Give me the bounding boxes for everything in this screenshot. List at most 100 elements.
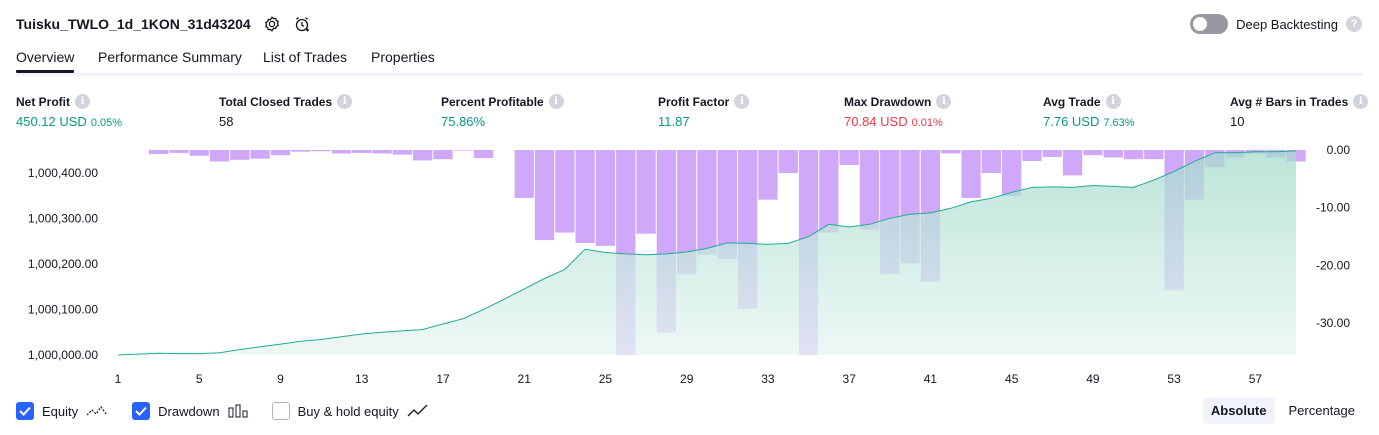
avg-trade-value: 7.76 USD [1043, 114, 1100, 129]
drawdown-bar [514, 150, 534, 198]
info-icon[interactable]: i [75, 94, 90, 109]
drawdown-bar [1103, 150, 1123, 158]
drawdown-bar [1022, 150, 1042, 161]
x-tick-label: 53 [1167, 372, 1181, 386]
help-icon[interactable]: ? [1346, 16, 1362, 32]
equity-checkbox[interactable] [16, 402, 34, 420]
info-icon[interactable]: i [548, 94, 564, 109]
drawdown-bar [961, 150, 981, 198]
percentage-button[interactable]: Percentage [1281, 397, 1364, 424]
left-tick-label: 1,000,100.00 [28, 302, 98, 316]
percent-profitable-value: 75.86% [441, 114, 486, 129]
stat-percent-profitable: Percent Profitable i 75.86% [441, 94, 564, 129]
x-tick-label: 33 [761, 372, 775, 386]
tab-properties[interactable]: Properties [371, 49, 435, 65]
info-icon[interactable]: i [734, 94, 750, 109]
value-mode-switch: Absolute Percentage [1202, 397, 1364, 424]
drawdown-bar [1042, 150, 1062, 157]
drawdown-bar [981, 150, 1001, 174]
buy-hold-label: Buy & hold equity [297, 403, 399, 419]
info-icon[interactable]: i [337, 94, 353, 109]
drawdown-bar [331, 150, 352, 154]
legend-buy-hold[interactable]: Buy & hold equity [271, 402, 429, 420]
stat-label: Total Closed Trades [219, 94, 333, 109]
stat-total-closed-trades: Total Closed Trades i 58 [219, 94, 353, 129]
drawdown-bar [311, 150, 331, 152]
drawdown-bar [1123, 150, 1144, 160]
x-tick-label: 5 [196, 372, 203, 386]
stat-avg-trade: Avg Trade i 7.76 USD 7.63% [1043, 94, 1135, 129]
stat-label: Net Profit [16, 94, 70, 109]
stat-label: Avg # Bars in Trades [1230, 94, 1349, 109]
drawdown-bar [697, 150, 717, 255]
tab-list-of-trades[interactable]: List of Trades [263, 49, 347, 65]
drawdown-bar [534, 150, 555, 241]
drawdown-bar [270, 150, 291, 156]
drawdown-bar [250, 150, 270, 159]
drawdown-checkbox[interactable] [132, 402, 151, 420]
strategy-header: Tuisku_TWLO_1d_1KON_31d43204 [16, 12, 311, 36]
right-tick-label: -20.00 [1316, 259, 1350, 273]
strategy-title: Tuisku_TWLO_1d_1KON_31d43204 [16, 16, 251, 32]
drawdown-bar [839, 150, 859, 165]
legend-drawdown[interactable]: Drawdown [132, 402, 248, 420]
x-tick-label: 57 [1249, 372, 1263, 386]
drawdown-bar [1002, 150, 1022, 197]
drawdown-bar [1144, 150, 1164, 160]
x-tick-label: 13 [355, 372, 369, 386]
right-tick-label: -10.00 [1316, 201, 1350, 215]
legend-equity[interactable]: Equity [16, 402, 108, 420]
x-tick-label: 9 [277, 372, 284, 386]
stat-label: Max Drawdown [844, 94, 932, 109]
right-tick-label: -30.00 [1316, 316, 1350, 330]
x-tick-label: 1 [115, 372, 122, 386]
tab-bar: Overview Performance Summary List of Tra… [16, 44, 1363, 76]
equity-drawdown-chart[interactable]: 1,000,400.00 1,000,300.00 1,000,200.00 1,00… [0, 140, 1379, 390]
gear-icon[interactable] [263, 15, 281, 33]
drawdown-bar [189, 150, 209, 156]
left-tick-label: 1,000,400.00 [28, 166, 98, 180]
buy-hold-checkbox[interactable] [271, 402, 290, 420]
add-alert-icon[interactable] [293, 15, 311, 33]
tab-performance-summary[interactable]: Performance Summary [98, 49, 242, 65]
drawdown-bar [575, 150, 595, 243]
max-drawdown-percent: 0.01% [911, 117, 943, 129]
x-tick-label: 29 [680, 372, 694, 386]
x-tick-label: 49 [1086, 372, 1100, 386]
x-tick-label: 45 [1005, 372, 1019, 386]
absolute-button[interactable]: Absolute [1202, 397, 1275, 424]
drawdown-bar [453, 150, 473, 151]
drawdown-bar [413, 150, 433, 161]
drawdown-bar [636, 150, 656, 234]
drawdown-bar [555, 150, 575, 233]
info-icon[interactable]: i [936, 94, 952, 109]
stat-label: Profit Factor [658, 94, 730, 109]
tab-overview[interactable]: Overview [16, 49, 75, 73]
drawdown-bar [778, 150, 798, 174]
drawdown-bar [209, 150, 230, 162]
equity-line-icon [86, 404, 108, 418]
drawdown-bar [1062, 150, 1083, 176]
avg-trade-percent: 7.63% [1103, 117, 1135, 129]
equity-label: Equity [42, 403, 79, 419]
info-icon[interactable]: i [1353, 94, 1369, 109]
drawdown-label: Drawdown [158, 403, 220, 419]
drawdown-bar [859, 150, 880, 230]
deep-backtesting: Deep Backtesting ? [1190, 14, 1362, 34]
drawdown-bar [169, 150, 189, 153]
drawdown-bar [230, 150, 250, 160]
left-tick-label: 1,000,000.00 [28, 348, 98, 362]
x-tick-label: 25 [599, 372, 613, 386]
info-icon[interactable]: i [1105, 94, 1121, 109]
max-drawdown-value: 70.84 USD [844, 114, 908, 129]
deep-backtesting-toggle[interactable] [1190, 14, 1229, 34]
deep-backtesting-label: Deep Backtesting [1236, 16, 1338, 32]
profit-factor-value: 11.87 [658, 114, 690, 129]
net-profit-percent: 0.05% [90, 117, 123, 129]
left-tick-label: 1,000,300.00 [28, 211, 98, 225]
drawdown-bar [941, 150, 961, 154]
x-tick-label: 17 [436, 372, 450, 386]
stat-profit-factor: Profit Factor i 11.87 [658, 94, 750, 129]
chart-legend: Equity Drawdown Buy & hold equity [16, 400, 453, 422]
drawdown-bar [758, 150, 778, 200]
